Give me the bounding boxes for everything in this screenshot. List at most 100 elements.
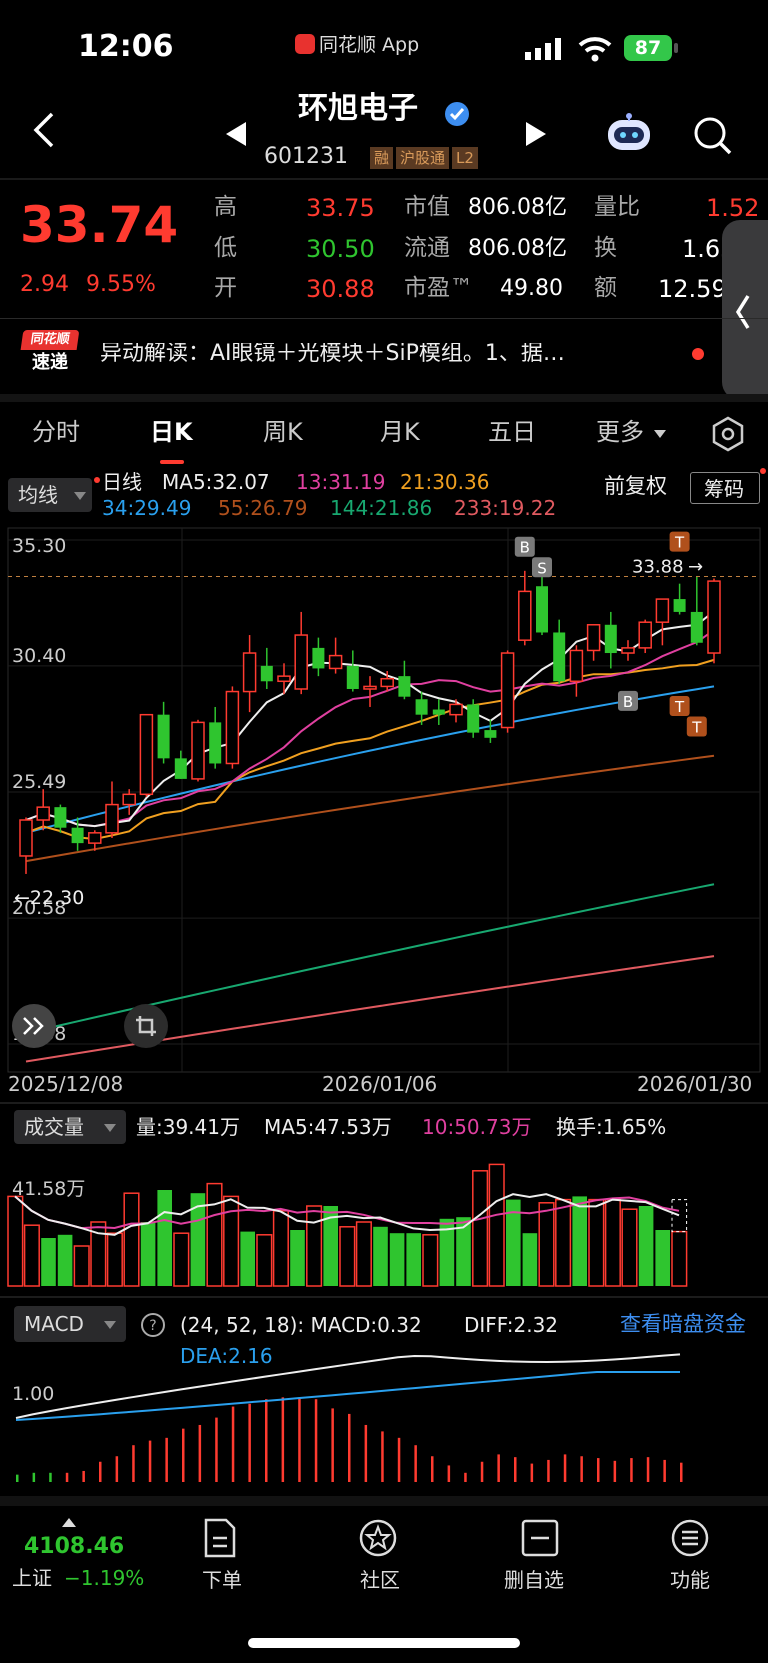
candle-body (363, 685, 377, 690)
volume-bar (272, 1210, 289, 1287)
settings-hexagon-icon[interactable] (710, 416, 746, 452)
candle-body (294, 634, 308, 690)
macd-diff: DIFF:2.32 (464, 1313, 559, 1337)
volume-bar (173, 1232, 190, 1287)
candle-body (621, 647, 635, 654)
volume-bar (73, 1245, 90, 1287)
back-button[interactable] (30, 110, 60, 150)
candle-body (105, 803, 119, 834)
macd-hist-bar (514, 1457, 517, 1482)
candle-body (398, 676, 411, 697)
volume-bar (355, 1221, 372, 1287)
tab-weekly-k[interactable]: 周K (263, 420, 303, 444)
index-value: 4108.46 (24, 1534, 125, 1559)
fullscreen-expand-button[interactable] (12, 1004, 56, 1048)
max-arrow: → (688, 556, 703, 577)
help-icon[interactable]: ? (140, 1312, 166, 1338)
volume-bar (339, 1226, 356, 1287)
min-price-label: ←22.30 (14, 887, 84, 909)
candle-body (690, 611, 703, 643)
volume-bar (106, 1232, 123, 1287)
community-star-icon (359, 1519, 397, 1557)
volume-bar (23, 1224, 40, 1287)
macd-hist-bar (480, 1461, 484, 1482)
battery-indicator: 87 (624, 35, 672, 61)
macd-hist-bar (397, 1437, 401, 1482)
verified-icon (445, 102, 469, 126)
high-value: 33.75 (306, 194, 375, 222)
volume-bar (306, 1205, 323, 1287)
dark-pool-link[interactable]: 查看暗盘资金 (620, 1314, 746, 1335)
candle-body (88, 832, 102, 844)
y-tick-label: 25.49 (12, 771, 66, 793)
home-indicator[interactable] (248, 1638, 520, 1648)
date-end: 2026/01/30 (637, 1072, 753, 1096)
stock-code: 601231 (264, 144, 348, 169)
volume-bar (406, 1233, 421, 1286)
macd-chart[interactable]: 1.00 (0, 1340, 768, 1486)
volume-bar (389, 1233, 405, 1286)
macd-hist-bar (597, 1458, 600, 1482)
candle-body (157, 714, 170, 759)
robot-assistant-icon[interactable] (604, 112, 654, 152)
tab-intraday[interactable]: 分时 (32, 420, 80, 444)
crop-button[interactable] (124, 1004, 168, 1048)
candle-body (500, 652, 515, 729)
search-icon[interactable] (692, 115, 734, 157)
macd-hist-bar (680, 1462, 683, 1482)
nav-remove-watchlist[interactable]: 删自选 (490, 1514, 590, 1594)
tab-more[interactable]: 更多 (596, 420, 644, 444)
tab-monthly-k[interactable]: 月K (380, 420, 420, 444)
volume-bar (422, 1234, 439, 1287)
volume-bar (256, 1234, 273, 1287)
macd-hist-bar (132, 1445, 135, 1482)
macd-indicator-button[interactable]: MACD (14, 1306, 126, 1342)
macd-hist-bar (348, 1413, 351, 1482)
macd-hist-bar (215, 1417, 218, 1482)
nav-functions[interactable]: 功能 (648, 1514, 732, 1594)
candle-body (71, 827, 84, 844)
news-headline[interactable]: 异动解读：AI眼镜＋光模块＋SiP模组。1、据… (100, 343, 670, 365)
wifi-icon (578, 37, 612, 62)
kline-chart[interactable]: 35.3030.4025.4920.5815.6833.88→←22.30BSB… (0, 524, 768, 1080)
volume-indicator-button[interactable]: 成交量 (14, 1110, 126, 1144)
app-badge: 同花顺 App (295, 30, 419, 57)
candle-body (655, 598, 670, 623)
volume-bar (373, 1226, 388, 1286)
ma21-value: 21:30.36 (400, 470, 490, 494)
next-stock-button[interactable] (524, 122, 546, 146)
macd-hist-bar (248, 1403, 251, 1482)
chips-button[interactable]: 筹码 (690, 472, 760, 504)
turnover-label: 换 (594, 235, 617, 261)
tab-daily-k[interactable]: 日K (150, 420, 193, 444)
volume-chart[interactable]: 41.58万 (0, 1150, 768, 1292)
nav-order[interactable]: 下单 (180, 1514, 264, 1594)
index-ticker[interactable]: 4108.46 上证 −1.19% (0, 1512, 150, 1592)
ma-indicator-button[interactable]: 均线 (8, 478, 92, 512)
macd-hist-bar (314, 1399, 318, 1482)
tag-l2: L2 (452, 147, 478, 169)
chart-frame (7, 527, 761, 1073)
candle-body (54, 807, 67, 828)
adjust-mode[interactable]: 前复权 (604, 476, 667, 497)
candle-body (536, 586, 548, 633)
last-price: 33.74 (20, 196, 179, 254)
macd-hist-bar (646, 1457, 650, 1482)
signal-icon (525, 38, 561, 60)
volume-bar (240, 1231, 255, 1286)
volume-bar (588, 1198, 605, 1287)
news-logo: 同花顺 速递 (20, 330, 80, 382)
notify-dot (760, 468, 766, 474)
signal-label: T (691, 719, 702, 737)
period-tabs: 分时 日K 周K 月K 五日 更多 (0, 404, 768, 464)
nav-community[interactable]: 社区 (336, 1514, 420, 1594)
minus-square-icon (521, 1519, 559, 1557)
prev-stock-button[interactable] (226, 122, 248, 146)
ma5-value: MA5:32.07 (162, 470, 270, 494)
tab-five-day[interactable]: 五日 (488, 420, 536, 444)
macd-params: (24, 52, 18): MACD:0.32 (180, 1313, 422, 1337)
signal-label: S (537, 559, 547, 577)
chevron-down-icon (74, 492, 86, 500)
candle-body (467, 704, 480, 733)
volume-bar (522, 1233, 538, 1286)
